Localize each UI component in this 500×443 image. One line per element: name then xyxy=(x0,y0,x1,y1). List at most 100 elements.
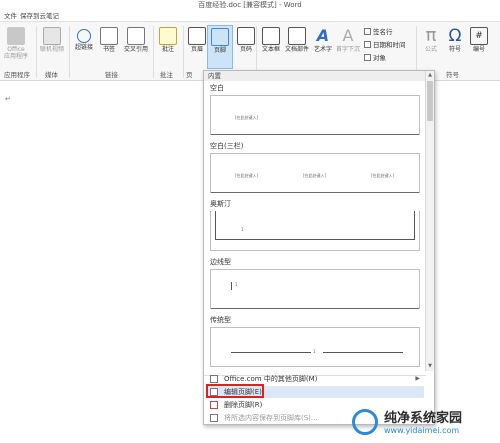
thumbnail-rule xyxy=(323,352,403,353)
scroll-up-arrow-icon[interactable]: ▲ xyxy=(426,71,434,80)
thumbnail-rule xyxy=(231,352,311,353)
footer-icon xyxy=(211,28,229,46)
thumbnail-rule xyxy=(211,308,419,309)
thumbnail-placeholder: [在此处键入] xyxy=(235,173,259,178)
tab-save-to-cloud-notes[interactable]: 保存到云笔记 xyxy=(20,11,59,21)
scroll-down-arrow-icon[interactable]: ▼ xyxy=(426,362,434,371)
group-media: 媒体 xyxy=(45,71,58,79)
group-comments: 批注 xyxy=(160,71,173,79)
tab-file[interactable]: 文件 xyxy=(4,11,17,21)
text-box-button[interactable]: 文本框 xyxy=(258,25,284,69)
equation-button[interactable]: π 公式 xyxy=(418,25,444,69)
object-button[interactable]: 对象 xyxy=(364,54,386,63)
symbol-label: 符号 xyxy=(448,46,461,53)
text-box-icon xyxy=(262,27,280,45)
group-apps: 应用程序 xyxy=(4,71,30,79)
remove-footer-label: 删除页脚(R) xyxy=(224,401,263,409)
office-apps-button[interactable]: Office 应用程序 xyxy=(3,25,29,69)
footer-option-name: 空白 xyxy=(210,84,224,92)
thumbnail-rule xyxy=(231,282,232,290)
watermark-url: www.yidaimei.com xyxy=(384,426,460,435)
quick-parts-label: 文档部件 xyxy=(284,46,309,53)
more-footers-label: Office.com 中的其他页脚(M) xyxy=(224,375,318,383)
cross-reference-button[interactable]: 交叉引用 xyxy=(121,25,151,69)
signature-icon xyxy=(364,28,371,35)
online-video-button[interactable]: 联机视频 xyxy=(39,25,65,69)
footer-thumbnail-traditional[interactable]: 1 xyxy=(210,327,420,367)
group-divider xyxy=(36,26,37,78)
quick-parts-icon xyxy=(288,27,306,45)
object-icon xyxy=(364,54,371,61)
comment-icon xyxy=(159,27,177,45)
footer-option-name: 奥斯汀 xyxy=(210,200,231,208)
bookmark-icon xyxy=(100,27,118,45)
footer-option-name: 空白(三栏) xyxy=(210,142,244,150)
title-bar: 百度经验.doc [兼容模式] - Word xyxy=(0,0,500,11)
wordart-label: 艺术字 xyxy=(313,46,332,53)
thumbnail-rule xyxy=(414,211,415,239)
thumbnail-page-number: 1 xyxy=(313,349,316,354)
signature-label: 签名行 xyxy=(373,28,393,36)
office-label: Office xyxy=(7,46,25,53)
window-title: 百度经验.doc [兼容模式] - Word xyxy=(198,1,302,9)
office-icon xyxy=(7,27,25,45)
thumbnail-rule xyxy=(211,192,419,193)
wordart-button[interactable]: A 艺术字 xyxy=(310,25,336,69)
drop-cap-label: 首字下沉 xyxy=(335,46,360,53)
cross-reference-label: 交叉引用 xyxy=(123,46,148,53)
footer-thumbnail-sideline[interactable]: 1 xyxy=(210,269,420,309)
omega-icon: Ω xyxy=(448,26,462,46)
equation-label: 公式 xyxy=(424,46,437,53)
quick-parts-button[interactable]: 文档部件 xyxy=(283,25,311,69)
signature-line-button[interactable]: 签名行 xyxy=(364,28,393,37)
number-label: 编号 xyxy=(472,46,485,53)
scroll-thumb[interactable] xyxy=(427,81,433,121)
thumbnail-rule xyxy=(215,239,415,240)
submenu-arrow-icon: ▶ xyxy=(415,375,420,382)
footer-thumbnail-austin[interactable]: 1 xyxy=(210,211,420,251)
hyperlink-button[interactable]: 超链接 xyxy=(71,25,97,69)
highlight-box xyxy=(206,384,264,398)
hyperlink-icon xyxy=(77,29,91,43)
thumbnail-placeholder: [在此处键入] xyxy=(303,173,327,178)
footer-gallery-dropdown: 内置 ▲ ▼ 空白 [在此处键入] 空白(三栏) [在此处键入] [在此处键入]… xyxy=(203,70,435,425)
drop-cap-button[interactable]: A 首字下沉 xyxy=(334,25,362,69)
group-symbols: 符号 xyxy=(446,71,459,79)
remove-footer-icon xyxy=(210,401,218,409)
calendar-icon xyxy=(364,41,371,48)
video-icon xyxy=(43,27,61,45)
group-divider xyxy=(153,26,154,78)
symbol-button[interactable]: Ω 符号 xyxy=(442,25,468,69)
thumbnail-page-number: 1 xyxy=(235,282,238,287)
bookmark-label: 书签 xyxy=(102,46,115,53)
number-button[interactable]: # 编号 xyxy=(466,25,492,69)
paragraph-mark: ↵ xyxy=(5,95,11,103)
group-divider xyxy=(69,26,70,78)
drop-cap-icon: A xyxy=(342,26,354,45)
online-video-label: 联机视频 xyxy=(39,46,64,53)
footer-option-name: 传统型 xyxy=(210,316,231,324)
gallery-section-header: 内置 xyxy=(204,71,426,81)
cross-reference-icon xyxy=(127,27,145,45)
footer-thumbnail-blank-three-column[interactable]: [在此处键入] [在此处键入] [在此处键入] xyxy=(210,153,420,193)
pi-icon: π xyxy=(425,25,437,46)
date-time-label: 日期和时间 xyxy=(373,41,406,49)
hyperlink-label: 超链接 xyxy=(74,44,93,51)
thumbnail-page-number: 1 xyxy=(241,227,244,232)
footer-button[interactable]: 页脚 xyxy=(207,25,233,69)
date-time-button[interactable]: 日期和时间 xyxy=(364,41,406,50)
header-icon xyxy=(188,27,206,45)
wordart-icon: A xyxy=(316,26,330,45)
comment-label: 批注 xyxy=(161,46,174,53)
comment-button[interactable]: 批注 xyxy=(155,25,181,69)
thumbnail-placeholder: [在此处键入] xyxy=(235,115,259,120)
bookmark-button[interactable]: 书签 xyxy=(96,25,122,69)
footer-thumbnail-blank[interactable]: [在此处键入] xyxy=(210,95,420,135)
office-com-icon xyxy=(210,375,218,383)
number-icon: # xyxy=(470,27,488,45)
save-to-gallery-icon xyxy=(210,414,218,422)
site-watermark: 纯净系统家园 www.yidaimei.com xyxy=(352,405,498,441)
gallery-scrollbar[interactable]: ▲ ▼ xyxy=(425,71,434,371)
footer-option-name: 边线型 xyxy=(210,258,231,266)
footer-label: 页脚 xyxy=(213,47,226,54)
